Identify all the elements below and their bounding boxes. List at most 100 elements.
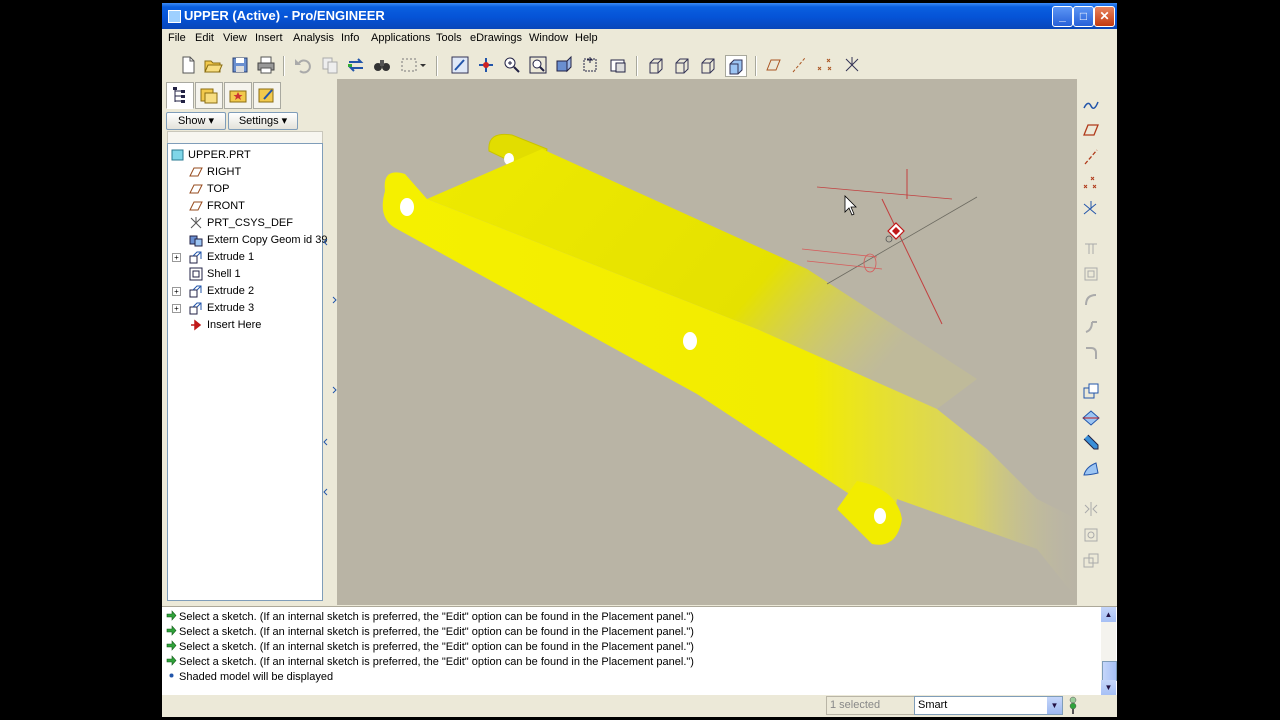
- tree-item-extern-copy-geom[interactable]: Extern Copy Geom id 39: [168, 232, 327, 249]
- hidden-line-icon[interactable]: [672, 55, 692, 75]
- datum-plane-tool-icon[interactable]: [1081, 120, 1101, 140]
- tree-item-upper-prt[interactable]: UPPER.PRT: [168, 147, 322, 164]
- draft-tool-icon[interactable]: [1081, 460, 1101, 480]
- zoom-in-icon[interactable]: [502, 55, 522, 75]
- datum-planes-icon[interactable]: [763, 55, 783, 75]
- spin-center-icon[interactable]: [476, 55, 496, 75]
- title-bar[interactable]: UPPER (Active) - Pro/ENGINEER _ □ ✕: [162, 3, 1117, 29]
- pin-hole: [683, 332, 697, 350]
- tab-connections[interactable]: [253, 82, 281, 109]
- chevron-down-icon[interactable]: ▼: [1047, 697, 1062, 714]
- regenerate-icon[interactable]: [346, 55, 366, 75]
- expand-toggle[interactable]: +: [172, 304, 181, 313]
- layers-icon[interactable]: [608, 55, 628, 75]
- extrude-tool-icon[interactable]: [1081, 238, 1101, 258]
- datum-point-tool-icon[interactable]: [1081, 173, 1101, 193]
- expand-toggle[interactable]: +: [172, 287, 181, 296]
- menu-edrawings[interactable]: eDrawings: [470, 32, 522, 44]
- tree-item-front[interactable]: FRONT: [168, 198, 322, 215]
- tab-model-tree[interactable]: [166, 82, 194, 109]
- scroll-thumb[interactable]: [1102, 661, 1117, 681]
- close-button[interactable]: ✕: [1094, 6, 1115, 27]
- menu-edit[interactable]: Edit: [195, 32, 214, 44]
- prompt-arrow-icon: [166, 625, 177, 636]
- menu-view[interactable]: View: [223, 32, 247, 44]
- blend-tool-icon[interactable]: [1081, 317, 1101, 337]
- show-button[interactable]: Show ▾: [166, 112, 226, 130]
- copy-icon[interactable]: [320, 55, 340, 75]
- tree-item-extrude-1[interactable]: + Extrude 1: [168, 249, 322, 266]
- traffic-light-icon[interactable]: [1066, 696, 1080, 715]
- expand-toggle[interactable]: +: [172, 253, 181, 262]
- select-box-icon[interactable]: [399, 55, 419, 75]
- tree-item-label: Shell 1: [207, 268, 241, 280]
- graphics-window[interactable]: [337, 79, 1077, 605]
- new-file-icon[interactable]: [178, 55, 198, 75]
- menu-help[interactable]: Help: [575, 32, 598, 44]
- scroll-down-button[interactable]: ▼: [1101, 680, 1116, 695]
- menu-insert[interactable]: Insert: [255, 32, 283, 44]
- toolbar-separator: [436, 56, 438, 76]
- selection-filter-select[interactable]: Smart ▼: [914, 696, 1063, 715]
- lug-hole: [400, 198, 414, 216]
- save-icon[interactable]: [230, 55, 250, 75]
- no-hidden-icon[interactable]: [698, 55, 718, 75]
- chevron-down-icon[interactable]: [418, 55, 428, 75]
- shading-icon[interactable]: [725, 55, 747, 77]
- shell-tool-icon[interactable]: [1081, 408, 1101, 428]
- minimize-button[interactable]: _: [1052, 6, 1073, 27]
- tree-item-shell-1[interactable]: Shell 1: [168, 266, 322, 283]
- datum-plane-icon: [189, 167, 203, 177]
- saved-views-icon[interactable]: [581, 55, 601, 75]
- tree-item-prt-csys-def[interactable]: PRT_CSYS_DEF: [168, 215, 322, 232]
- menu-window[interactable]: Window: [529, 32, 568, 44]
- scroll-up-button[interactable]: ▲: [1101, 607, 1116, 622]
- csys-tool-icon[interactable]: [1081, 199, 1101, 219]
- undo-icon[interactable]: [293, 55, 313, 75]
- window-title: UPPER (Active) - Pro/ENGINEER: [184, 8, 385, 23]
- find-icon[interactable]: [372, 55, 392, 75]
- print-icon[interactable]: [256, 55, 276, 75]
- menu-info[interactable]: Info: [341, 32, 359, 44]
- maximize-button[interactable]: □: [1073, 6, 1094, 27]
- menu-file[interactable]: File: [168, 32, 186, 44]
- copy-tool-icon[interactable]: [1081, 551, 1101, 571]
- part-model-graphic: [382, 133, 1077, 599]
- sketch-tool-icon[interactable]: [1081, 94, 1101, 114]
- zoom-fit-icon[interactable]: [528, 55, 548, 75]
- datum-points-icon[interactable]: [815, 55, 835, 75]
- datum-axis-tool-icon[interactable]: [1081, 147, 1101, 167]
- menu-analysis[interactable]: Analysis: [293, 32, 334, 44]
- tree-item-label: FRONT: [207, 200, 245, 212]
- coordinate-systems-icon[interactable]: [842, 55, 862, 75]
- info-bullet-icon: [169, 673, 174, 678]
- menu-bar: File Edit View Insert Analysis Info Appl…: [162, 29, 1117, 49]
- sweep-tool-icon[interactable]: [1081, 290, 1101, 310]
- hole-tool-icon[interactable]: [1081, 381, 1101, 401]
- menu-tools[interactable]: Tools: [436, 32, 462, 44]
- round-tool-icon[interactable]: [1081, 343, 1101, 363]
- tree-item-extrude-2[interactable]: + Extrude 2: [168, 283, 322, 300]
- tree-item-extrude-3[interactable]: + Extrude 3: [168, 300, 322, 317]
- menu-applications[interactable]: Applications: [371, 32, 430, 44]
- tree-item-top[interactable]: TOP: [168, 181, 322, 198]
- pattern-tool-icon[interactable]: [1081, 525, 1101, 545]
- mirror-tool-icon[interactable]: [1081, 499, 1101, 519]
- tab-favorites[interactable]: [224, 82, 252, 109]
- message-line: Select a sketch. (If an internal sketch …: [166, 625, 694, 638]
- wireframe-icon[interactable]: [646, 55, 666, 75]
- panel-splitter[interactable]: [322, 79, 337, 605]
- datum-axes-icon[interactable]: [789, 55, 809, 75]
- tree-item-insert-here[interactable]: Insert Here: [168, 317, 322, 334]
- settings-button[interactable]: Settings ▾: [228, 112, 298, 130]
- repaint-icon[interactable]: [450, 55, 470, 75]
- tree-item-right[interactable]: RIGHT: [168, 164, 322, 181]
- tab-folder-browser[interactable]: [195, 82, 223, 109]
- message-text: Select a sketch. (If an internal sketch …: [179, 626, 694, 638]
- message-scrollbar[interactable]: ▲ ▼: [1101, 607, 1117, 695]
- revolve-tool-icon[interactable]: [1081, 264, 1101, 284]
- shell-icon: [189, 267, 203, 281]
- rib-tool-icon[interactable]: [1081, 434, 1101, 454]
- open-file-icon[interactable]: [203, 55, 223, 75]
- reorient-icon[interactable]: [554, 55, 574, 75]
